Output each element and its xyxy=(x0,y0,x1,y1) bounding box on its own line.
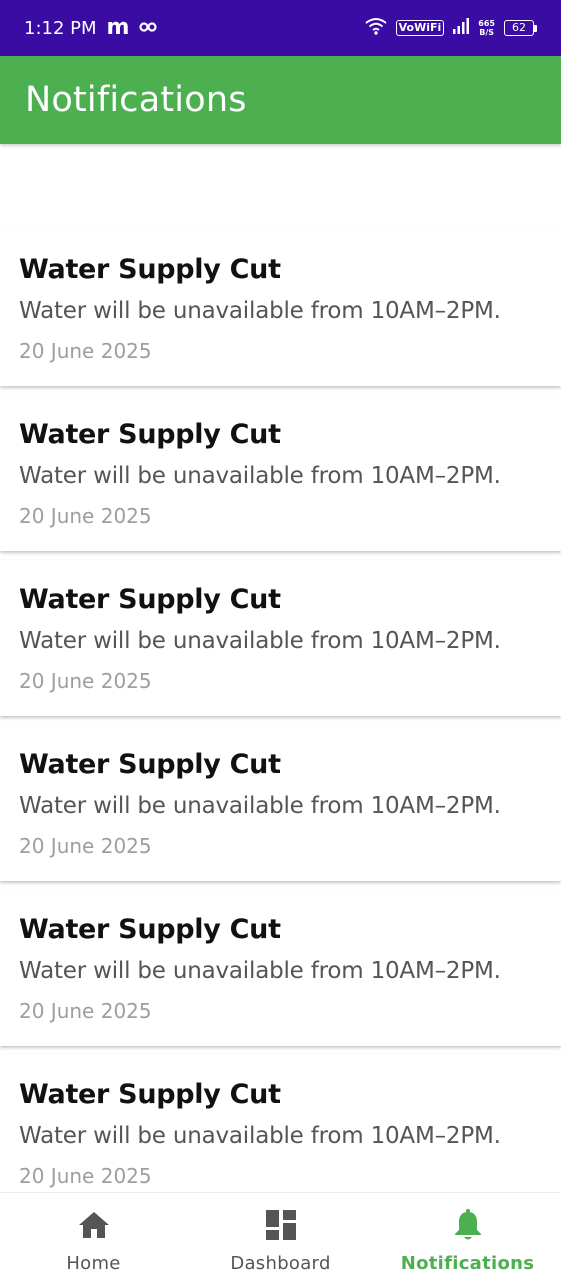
network-speed-value: 665 xyxy=(478,19,495,28)
vowifi-badge: VoWiFi xyxy=(395,20,445,36)
notification-card[interactable]: Water Supply Cut Water will be unavailab… xyxy=(0,725,561,881)
notification-date: 20 June 2025 xyxy=(19,1164,152,1188)
wifi-icon xyxy=(365,17,387,40)
notification-card[interactable]: Water Supply Cut Water will be unavailab… xyxy=(0,1055,561,1211)
nav-item-home[interactable]: Home xyxy=(0,1193,187,1280)
notification-title: Water Supply Cut xyxy=(19,584,281,615)
notification-title: Water Supply Cut xyxy=(19,1079,281,1110)
notification-date: 20 June 2025 xyxy=(19,834,152,858)
battery-level: 62 xyxy=(504,20,534,36)
notification-date: 20 June 2025 xyxy=(19,669,152,693)
carrier-icon: m xyxy=(106,15,130,40)
notification-card[interactable]: Water Supply Cut Water will be unavailab… xyxy=(0,890,561,1046)
notification-message: Water will be unavailable from 10AM–2PM. xyxy=(19,793,501,819)
page-title: Notifications xyxy=(25,80,247,120)
bell-icon xyxy=(452,1209,484,1241)
notification-message: Water will be unavailable from 10AM–2PM. xyxy=(19,958,501,984)
notification-message: Water will be unavailable from 10AM–2PM. xyxy=(19,298,501,324)
notification-list: Water Supply Cut Water will be unavailab… xyxy=(0,230,561,1220)
status-bar-left: 1:12 PM m xyxy=(24,15,158,40)
notification-title: Water Supply Cut xyxy=(19,914,281,945)
signal-icon xyxy=(453,17,470,39)
nav-label-notifications: Notifications xyxy=(400,1253,535,1274)
dashboard-icon xyxy=(265,1209,297,1241)
notification-card[interactable]: Water Supply Cut Water will be unavailab… xyxy=(0,560,561,716)
notification-message: Water will be unavailable from 10AM–2PM. xyxy=(19,1123,501,1149)
notification-title: Water Supply Cut xyxy=(19,254,281,285)
notification-message: Water will be unavailable from 10AM–2PM. xyxy=(19,463,501,489)
app-bar: Notifications xyxy=(0,56,561,144)
notification-title: Water Supply Cut xyxy=(19,419,281,450)
nav-label-dashboard: Dashboard xyxy=(230,1253,331,1274)
network-speed: 665 B/S xyxy=(478,19,495,37)
notification-date: 20 June 2025 xyxy=(19,504,152,528)
battery-tip xyxy=(534,24,537,32)
status-bar: 1:12 PM m VoWiFi 665 B/S 62 xyxy=(0,0,561,56)
battery-icon: 62 xyxy=(504,20,537,36)
network-speed-unit: B/S xyxy=(479,28,495,37)
status-time: 1:12 PM xyxy=(24,17,97,39)
notification-card[interactable]: Water Supply Cut Water will be unavailab… xyxy=(0,230,561,386)
nav-label-home: Home xyxy=(66,1253,121,1274)
nav-item-dashboard[interactable]: Dashboard xyxy=(187,1193,374,1280)
home-icon xyxy=(78,1209,110,1241)
status-bar-right: VoWiFi 665 B/S 62 xyxy=(365,17,537,40)
notification-date: 20 June 2025 xyxy=(19,999,152,1023)
nav-item-notifications[interactable]: Notifications xyxy=(374,1193,561,1280)
infinity-icon xyxy=(139,19,158,37)
notification-title: Water Supply Cut xyxy=(19,749,281,780)
notification-card[interactable]: Water Supply Cut Water will be unavailab… xyxy=(0,395,561,551)
notification-date: 20 June 2025 xyxy=(19,339,152,363)
notification-message: Water will be unavailable from 10AM–2PM. xyxy=(19,628,501,654)
bottom-navigation: Home Dashboard Notifications xyxy=(0,1192,561,1280)
